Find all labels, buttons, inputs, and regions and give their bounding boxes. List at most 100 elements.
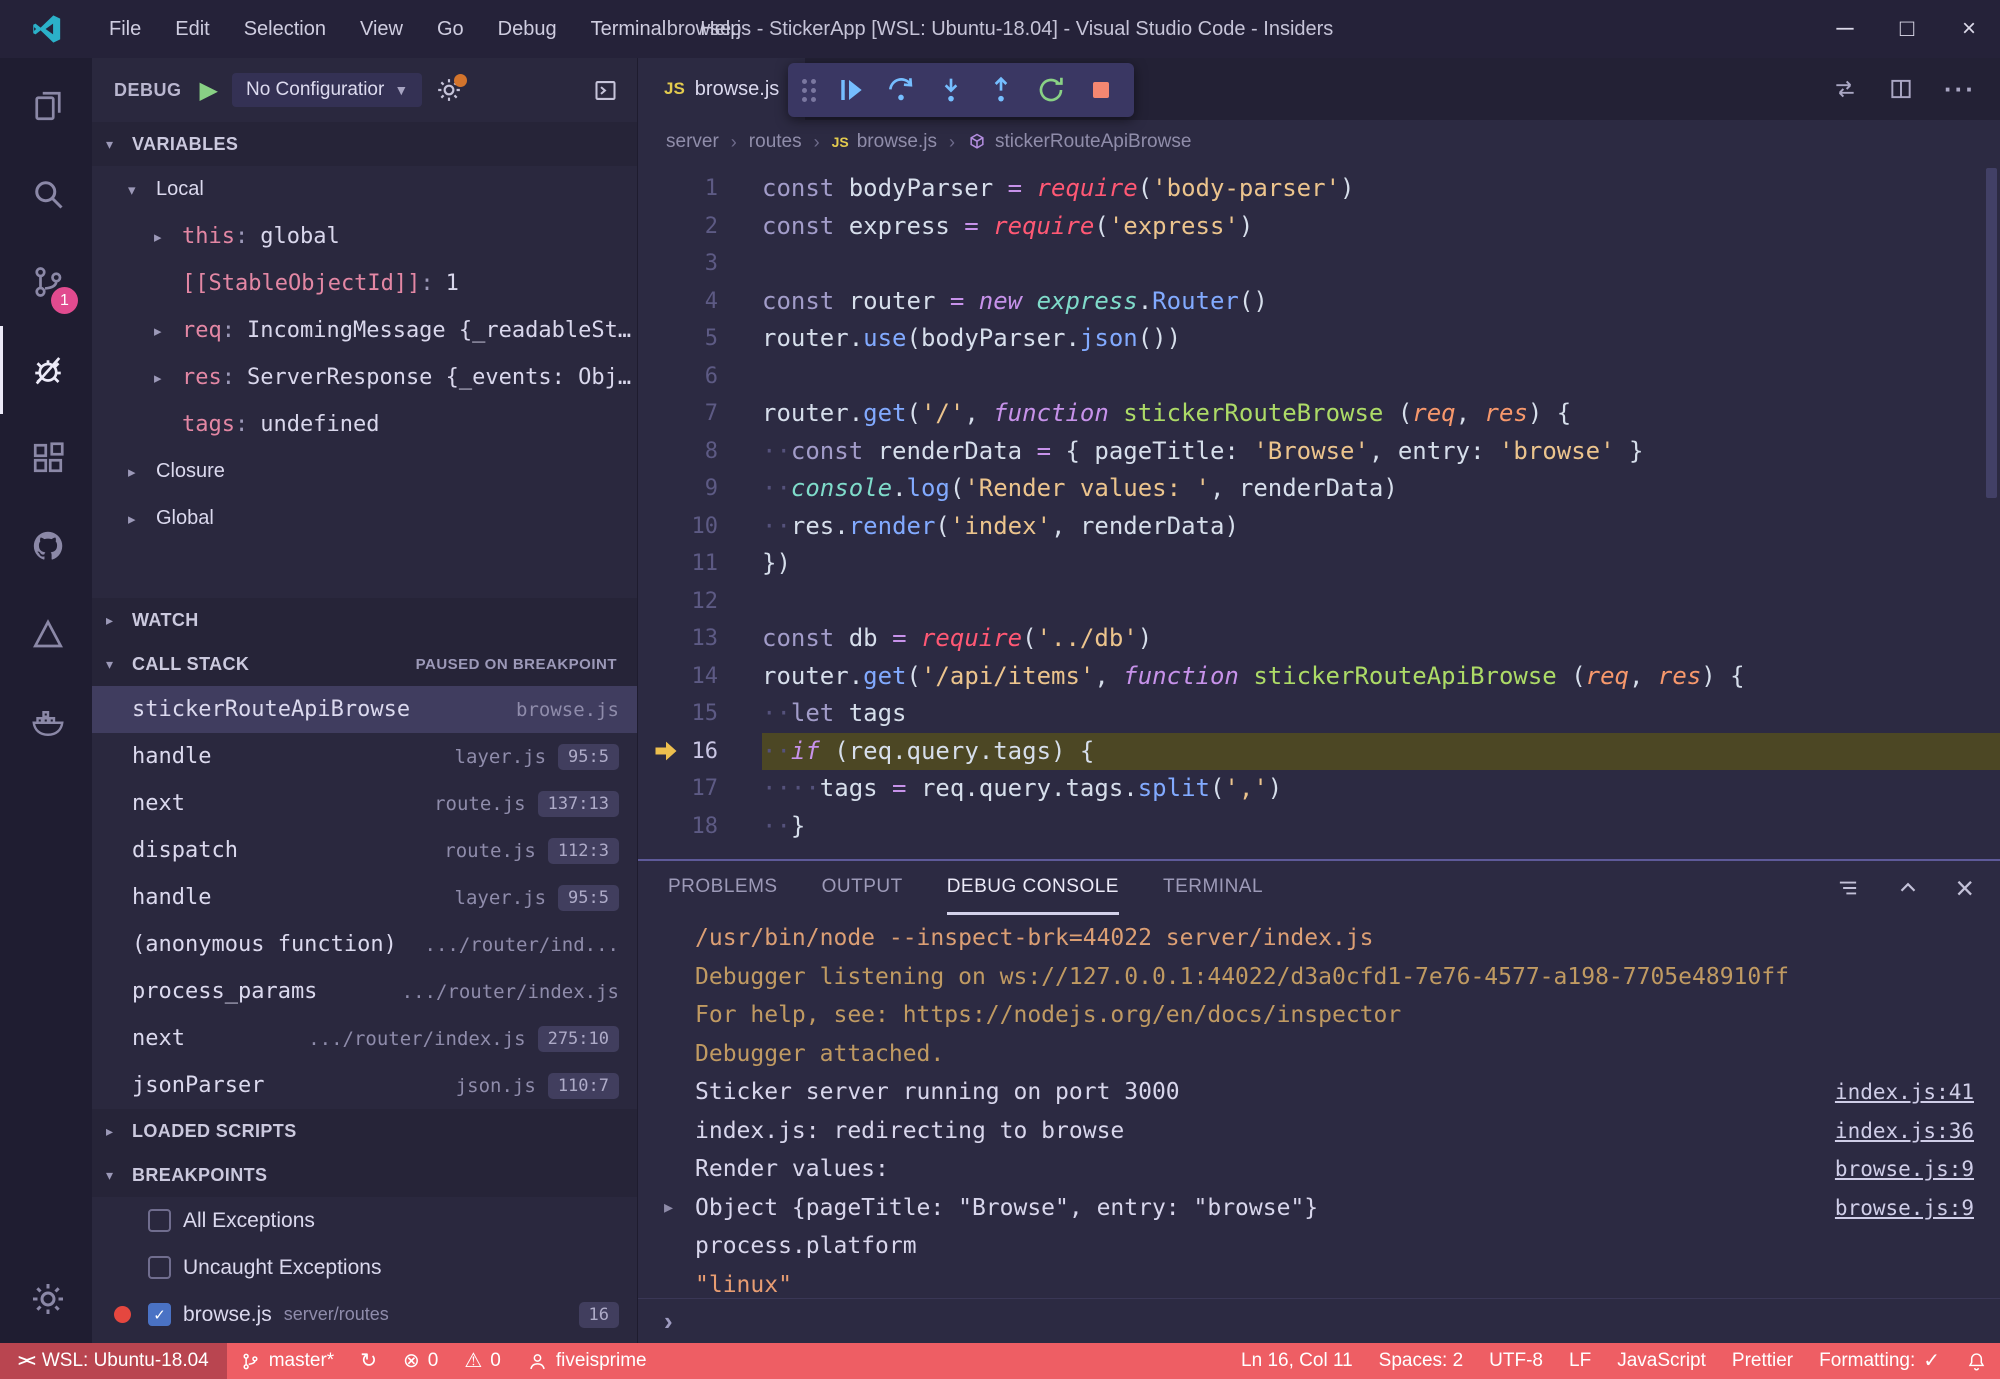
editor-gutter[interactable]: 9	[638, 470, 762, 508]
scope-global[interactable]: ▸ Global	[92, 495, 637, 542]
expand-object-chevron-icon[interactable]: ▸	[664, 1197, 673, 1218]
breakpoint-checkbox[interactable]	[148, 1256, 171, 1279]
variable-row[interactable]: ▸ req: IncomingMessage {_readableSt…	[92, 307, 637, 354]
breakpoint-item[interactable]: Uncaught Exceptions	[92, 1244, 637, 1291]
code-line-8[interactable]: 8 ··const renderData = { pageTitle: 'Brow…	[638, 433, 2000, 471]
docker-icon[interactable]	[0, 678, 92, 766]
call-stack-frame[interactable]: handle layer.js 95:5	[92, 733, 637, 780]
close-panel-icon[interactable]: ×	[1955, 872, 1974, 904]
variable-row[interactable]: ▸ this: global	[92, 213, 637, 260]
code-line-16[interactable]: 16 ··if (req.query.tags) {	[638, 732, 2000, 770]
status-formatting[interactable]: Formatting: ✓	[1806, 1343, 1953, 1379]
status-prettier[interactable]: Prettier	[1719, 1343, 1806, 1379]
editor-gutter[interactable]: 8	[638, 433, 762, 471]
menu-go[interactable]: Go	[420, 0, 481, 58]
breadcrumb-item-stickerrouteapibrowse[interactable]: stickerRouteApiBrowse	[967, 131, 1191, 153]
editor-gutter[interactable]: 3	[638, 245, 762, 283]
code-editor[interactable]: 1 const bodyParser = require('body-parser…	[638, 164, 2000, 859]
code-line-2[interactable]: 2 const express = require('express')	[638, 208, 2000, 246]
call-stack-frame[interactable]: process_params .../router/index.js	[92, 968, 637, 1015]
menu-view[interactable]: View	[343, 0, 420, 58]
call-stack-frame[interactable]: stickerRouteApiBrowse browse.js	[92, 686, 637, 733]
open-debug-console-icon[interactable]	[592, 77, 619, 104]
status-encoding[interactable]: UTF-8	[1476, 1343, 1556, 1379]
code-line-5[interactable]: 5 router.use(bodyParser.json())	[638, 320, 2000, 358]
close-button[interactable]: ×	[1938, 0, 2000, 58]
status-eol[interactable]: LF	[1556, 1343, 1604, 1379]
menu-edit[interactable]: Edit	[158, 0, 226, 58]
call-stack-frame[interactable]: jsonParser json.js 110:7	[92, 1062, 637, 1109]
step-into-icon[interactable]	[926, 63, 976, 117]
step-over-icon[interactable]	[876, 63, 926, 117]
panel-tab-output[interactable]: OUTPUT	[822, 861, 903, 915]
editor-gutter[interactable]: 12	[638, 583, 762, 621]
code-line-17[interactable]: 17 ····tags = req.query.tags.split(',')	[638, 770, 2000, 808]
editor-gutter[interactable]: 1	[638, 170, 762, 208]
code-line-15[interactable]: 15 ··let tags	[638, 695, 2000, 733]
call-stack-frame[interactable]: next route.js 137:13	[92, 780, 637, 827]
editor-gutter[interactable]: 15	[638, 695, 762, 733]
debug-console-input[interactable]: ›	[638, 1298, 2000, 1343]
code-line-11[interactable]: 11})	[638, 545, 2000, 583]
editor-gutter[interactable]: 17	[638, 770, 762, 808]
status-notifications[interactable]	[1953, 1343, 2000, 1379]
more-actions-icon[interactable]: ···	[1944, 76, 1976, 102]
variable-row[interactable]: [[StableObjectId]]:1	[92, 260, 637, 307]
watch-section-header[interactable]: ▸ WATCH	[92, 598, 637, 642]
continue-icon[interactable]	[826, 63, 876, 117]
explorer-icon[interactable]	[0, 62, 92, 150]
editor-gutter[interactable]: 4	[638, 283, 762, 321]
call-stack-frame[interactable]: (anonymous function) .../router/ind...	[92, 921, 637, 968]
code-line-12[interactable]: 12	[638, 583, 2000, 621]
status-sync[interactable]: ↻	[347, 1343, 390, 1379]
menu-debug[interactable]: Debug	[481, 0, 574, 58]
breakpoint-checkbox[interactable]	[148, 1209, 171, 1232]
call-stack-frame[interactable]: handle layer.js 95:5	[92, 874, 637, 921]
source-control-icon[interactable]: 1	[0, 238, 92, 326]
menu-selection[interactable]: Selection	[227, 0, 343, 58]
status-account[interactable]: fiveisprime	[514, 1343, 660, 1379]
editor-gutter[interactable]: 14	[638, 658, 762, 696]
settings-icon[interactable]	[0, 1255, 92, 1343]
breakpoints-section-header[interactable]: ▾ BREAKPOINTS	[92, 1153, 637, 1197]
breadcrumb-item-server[interactable]: server	[666, 131, 719, 153]
call-stack-frame[interactable]: next .../router/index.js 275:10	[92, 1015, 637, 1062]
code-line-1[interactable]: 1 const bodyParser = require('body-parser…	[638, 170, 2000, 208]
step-out-icon[interactable]	[976, 63, 1026, 117]
search-icon[interactable]	[0, 150, 92, 238]
editor-gutter[interactable]: 18	[638, 808, 762, 846]
code-line-3[interactable]: 3	[638, 245, 2000, 283]
status-indentation[interactable]: Spaces: 2	[1366, 1343, 1477, 1379]
editor-gutter[interactable]: 7	[638, 395, 762, 433]
open-changes-icon[interactable]	[1832, 76, 1858, 102]
editor-gutter[interactable]: 6	[638, 358, 762, 396]
tab-browse-js[interactable]: JS browse.js	[638, 58, 806, 120]
source-location-link[interactable]: browse.js:9	[1815, 1196, 1974, 1220]
editor-scrollbar[interactable]	[1986, 168, 1997, 498]
maximize-button[interactable]: □	[1876, 0, 1938, 58]
source-location-link[interactable]: index.js:41	[1815, 1080, 1974, 1104]
status-language-mode[interactable]: JavaScript	[1604, 1343, 1719, 1379]
debug-config-dropdown[interactable]: No Configuratior ▼	[231, 73, 423, 107]
variables-section-header[interactable]: ▾ VARIABLES	[92, 122, 637, 166]
call-stack-frame[interactable]: dispatch route.js 112:3	[92, 827, 637, 874]
debug-icon[interactable]	[0, 326, 92, 414]
breakpoint-item[interactable]: All Exceptions	[92, 1197, 637, 1244]
code-line-14[interactable]: 14 router.get('/api/items', function stic…	[638, 658, 2000, 696]
drag-handle-icon[interactable]	[802, 78, 816, 102]
configure-launch-gear-icon[interactable]	[436, 74, 468, 103]
status-errors[interactable]: ⊗ 0	[390, 1343, 451, 1379]
source-location-link[interactable]: browse.js:9	[1815, 1157, 1974, 1181]
code-line-9[interactable]: 9 ··console.log('Render values: ', render…	[638, 470, 2000, 508]
status-cursor-position[interactable]: Ln 16, Col 11	[1228, 1343, 1366, 1379]
breakpoint-checkbox[interactable]: ✓	[148, 1303, 171, 1326]
scope-closure[interactable]: ▸ Closure	[92, 448, 637, 495]
editor-gutter[interactable]: 11	[638, 545, 762, 583]
breadcrumb-item-browse-js[interactable]: JS browse.js	[832, 131, 937, 153]
output-filter-icon[interactable]	[1835, 875, 1861, 901]
loaded-scripts-section-header[interactable]: ▸ LOADED SCRIPTS	[92, 1109, 637, 1153]
code-line-7[interactable]: 7 router.get('/', function stickerRouteBr…	[638, 395, 2000, 433]
code-line-4[interactable]: 4 const router = new express.Router()	[638, 283, 2000, 321]
editor-gutter[interactable]: 10	[638, 508, 762, 546]
editor-gutter[interactable]: 5	[638, 320, 762, 358]
